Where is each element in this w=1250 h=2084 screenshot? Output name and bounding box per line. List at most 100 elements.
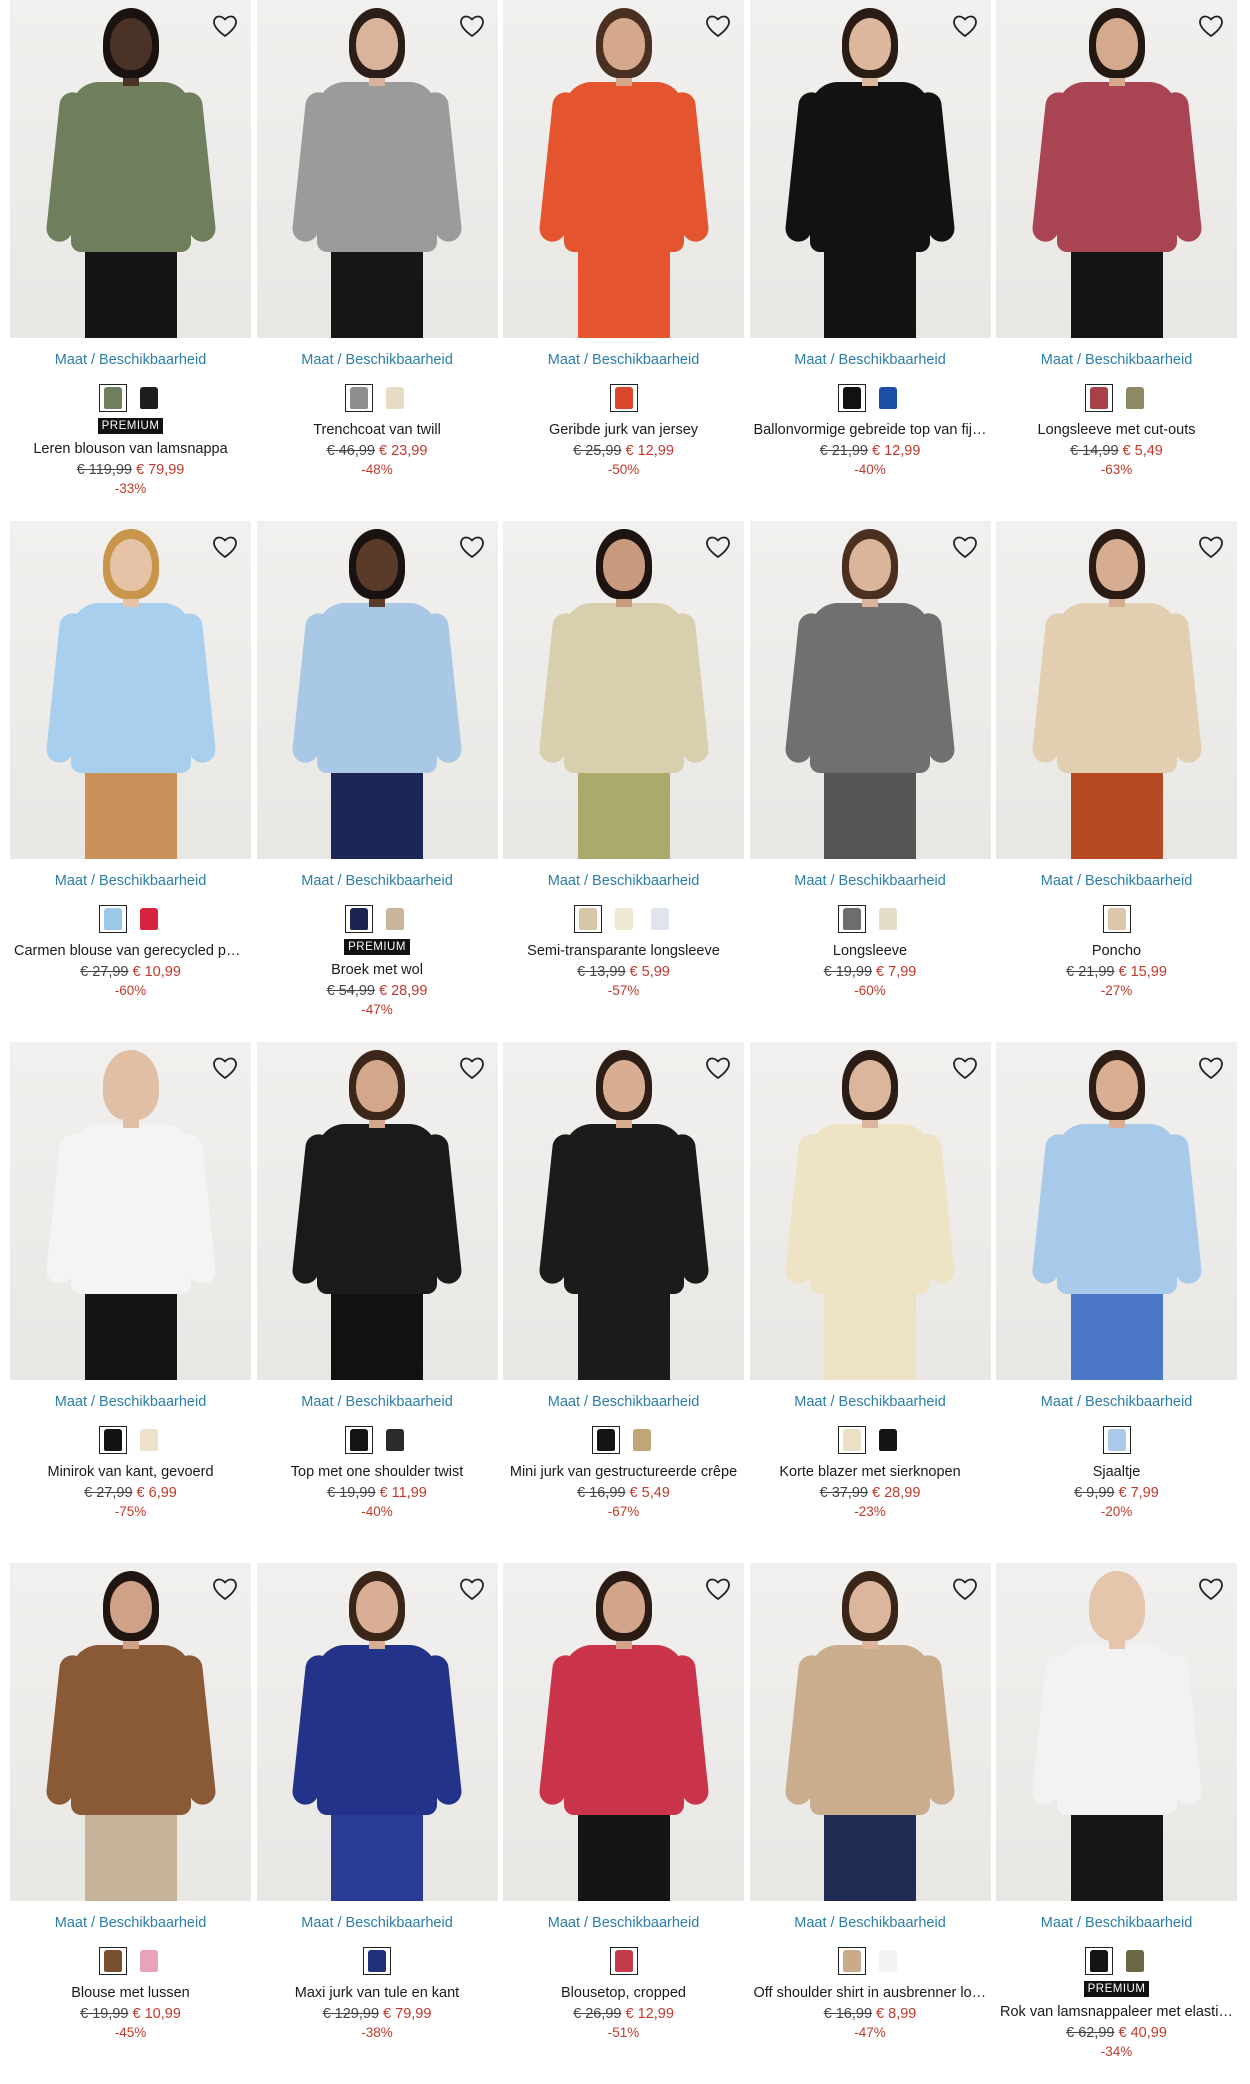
- color-swatch[interactable]: [345, 384, 373, 412]
- wishlist-heart-icon[interactable]: [1195, 10, 1227, 42]
- color-swatch[interactable]: [874, 1947, 902, 1975]
- color-swatch[interactable]: [1102, 1426, 1131, 1454]
- product-card[interactable]: Maat / Beschikbaarheid PREMIUM Rok van l…: [996, 1563, 1237, 2084]
- wishlist-heart-icon[interactable]: [1195, 531, 1227, 563]
- product-image[interactable]: [256, 0, 498, 338]
- color-swatch[interactable]: [98, 1426, 127, 1454]
- product-name[interactable]: Off shoulder shirt in ausbrenner look: [750, 1984, 991, 2002]
- product-name[interactable]: Trenchcoat van twill: [257, 421, 498, 439]
- wishlist-heart-icon[interactable]: [702, 1052, 734, 1084]
- product-image[interactable]: [256, 1042, 498, 1380]
- wishlist-heart-icon[interactable]: [949, 1573, 981, 1605]
- wishlist-heart-icon[interactable]: [949, 10, 981, 42]
- color-swatch[interactable]: [874, 384, 902, 412]
- wishlist-heart-icon[interactable]: [456, 531, 488, 563]
- size-availability-link[interactable]: Maat / Beschikbaarheid: [503, 1393, 744, 1411]
- color-swatch[interactable]: [645, 905, 674, 933]
- product-image[interactable]: [749, 521, 991, 859]
- wishlist-heart-icon[interactable]: [702, 531, 734, 563]
- product-name[interactable]: Longsleeve met cut-outs: [996, 421, 1237, 439]
- product-name[interactable]: Semi-transparante longsleeve: [503, 942, 744, 960]
- color-swatch[interactable]: [1084, 1947, 1113, 1975]
- color-swatch[interactable]: [838, 384, 866, 412]
- size-availability-link[interactable]: Maat / Beschikbaarheid: [503, 1914, 744, 1932]
- color-swatch[interactable]: [381, 384, 409, 412]
- size-availability-link[interactable]: Maat / Beschikbaarheid: [10, 1393, 251, 1411]
- product-card[interactable]: Maat / Beschikbaarheid Longsleeve met cu…: [996, 0, 1237, 521]
- color-swatch[interactable]: [345, 905, 373, 933]
- wishlist-heart-icon[interactable]: [1195, 1573, 1227, 1605]
- size-availability-link[interactable]: Maat / Beschikbaarheid: [750, 1393, 991, 1411]
- size-availability-link[interactable]: Maat / Beschikbaarheid: [750, 351, 991, 369]
- product-name[interactable]: Rok van lamsnappaleer met elastische ban…: [996, 2003, 1237, 2021]
- product-image[interactable]: [10, 0, 251, 338]
- product-image[interactable]: [256, 521, 498, 859]
- wishlist-heart-icon[interactable]: [209, 10, 241, 42]
- color-swatch[interactable]: [838, 905, 866, 933]
- product-image[interactable]: [749, 1563, 991, 1901]
- color-swatch[interactable]: [345, 1426, 373, 1454]
- product-card[interactable]: Maat / Beschikbaarheid Poncho € 21,99 € 1…: [996, 521, 1237, 1042]
- wishlist-heart-icon[interactable]: [1195, 1052, 1227, 1084]
- product-image[interactable]: [996, 0, 1237, 338]
- size-availability-link[interactable]: Maat / Beschikbaarheid: [503, 872, 744, 890]
- product-image[interactable]: [10, 1042, 251, 1380]
- product-card[interactable]: Maat / Beschikbaarheid Longsleeve € 19,9…: [749, 521, 991, 1042]
- product-card[interactable]: Maat / Beschikbaarheid PREMIUM Broek met…: [256, 521, 498, 1042]
- wishlist-heart-icon[interactable]: [209, 1573, 241, 1605]
- color-swatch[interactable]: [98, 384, 127, 412]
- color-swatch[interactable]: [573, 905, 602, 933]
- size-availability-link[interactable]: Maat / Beschikbaarheid: [996, 351, 1237, 369]
- product-name[interactable]: Carmen blouse van gerecycled polyester: [10, 942, 251, 960]
- product-card[interactable]: Maat / Beschikbaarheid Maxi jurk van tul…: [256, 1563, 498, 2084]
- wishlist-heart-icon[interactable]: [702, 1573, 734, 1605]
- product-image[interactable]: [996, 521, 1237, 859]
- color-swatch[interactable]: [609, 1947, 638, 1975]
- product-name[interactable]: Ballonvormige gebreide top van fijn gebr…: [750, 421, 991, 439]
- product-card[interactable]: Maat / Beschikbaarheid Sjaaltje € 9,99 € …: [996, 1042, 1237, 1563]
- product-card[interactable]: Maat / Beschikbaarheid Semi-transparante…: [503, 521, 744, 1042]
- color-swatch[interactable]: [134, 1947, 163, 1975]
- size-availability-link[interactable]: Maat / Beschikbaarheid: [750, 872, 991, 890]
- color-swatch[interactable]: [363, 1947, 391, 1975]
- product-name[interactable]: Sjaaltje: [996, 1463, 1237, 1481]
- product-image[interactable]: [749, 1042, 991, 1380]
- wishlist-heart-icon[interactable]: [456, 10, 488, 42]
- color-swatch[interactable]: [98, 905, 127, 933]
- wishlist-heart-icon[interactable]: [949, 1052, 981, 1084]
- color-swatch[interactable]: [1120, 384, 1149, 412]
- color-swatch[interactable]: [838, 1426, 866, 1454]
- product-card[interactable]: Maat / Beschikbaarheid Top met one shoul…: [256, 1042, 498, 1563]
- product-name[interactable]: Mini jurk van gestructureerde crêpe: [503, 1463, 744, 1481]
- size-availability-link[interactable]: Maat / Beschikbaarheid: [257, 351, 498, 369]
- product-image[interactable]: [10, 1563, 251, 1901]
- product-image[interactable]: [256, 1563, 498, 1901]
- product-card[interactable]: Maat / Beschikbaarheid Trenchcoat van tw…: [256, 0, 498, 521]
- product-name[interactable]: Leren blouson van lamsnappa: [10, 440, 251, 458]
- size-availability-link[interactable]: Maat / Beschikbaarheid: [10, 1914, 251, 1932]
- size-availability-link[interactable]: Maat / Beschikbaarheid: [10, 351, 251, 369]
- color-swatch[interactable]: [609, 384, 638, 412]
- size-availability-link[interactable]: Maat / Beschikbaarheid: [257, 1914, 498, 1932]
- product-card[interactable]: Maat / Beschikbaarheid Blousetop, croppe…: [503, 1563, 744, 2084]
- color-swatch[interactable]: [381, 1426, 409, 1454]
- wishlist-heart-icon[interactable]: [209, 1052, 241, 1084]
- wishlist-heart-icon[interactable]: [456, 1052, 488, 1084]
- product-card[interactable]: Maat / Beschikbaarheid Minirok van kant,…: [10, 1042, 251, 1563]
- product-card[interactable]: Maat / Beschikbaarheid Geribde jurk van …: [503, 0, 744, 521]
- product-name[interactable]: Korte blazer met sierknopen: [750, 1463, 991, 1481]
- color-swatch[interactable]: [134, 1426, 163, 1454]
- product-card[interactable]: Maat / Beschikbaarheid Carmen blouse van…: [10, 521, 251, 1042]
- product-card[interactable]: Maat / Beschikbaarheid Ballonvormige geb…: [749, 0, 991, 521]
- product-image[interactable]: [503, 0, 744, 338]
- size-availability-link[interactable]: Maat / Beschikbaarheid: [996, 1393, 1237, 1411]
- product-name[interactable]: Minirok van kant, gevoerd: [10, 1463, 251, 1481]
- color-swatch[interactable]: [874, 1426, 902, 1454]
- wishlist-heart-icon[interactable]: [456, 1573, 488, 1605]
- product-name[interactable]: Blouse met lussen: [10, 1984, 251, 2002]
- product-image[interactable]: [503, 1042, 744, 1380]
- color-swatch[interactable]: [838, 1947, 866, 1975]
- size-availability-link[interactable]: Maat / Beschikbaarheid: [257, 1393, 498, 1411]
- product-card[interactable]: Maat / Beschikbaarheid Off shoulder shir…: [749, 1563, 991, 2084]
- product-card[interactable]: Maat / Beschikbaarheid PREMIUM Leren blo…: [10, 0, 251, 521]
